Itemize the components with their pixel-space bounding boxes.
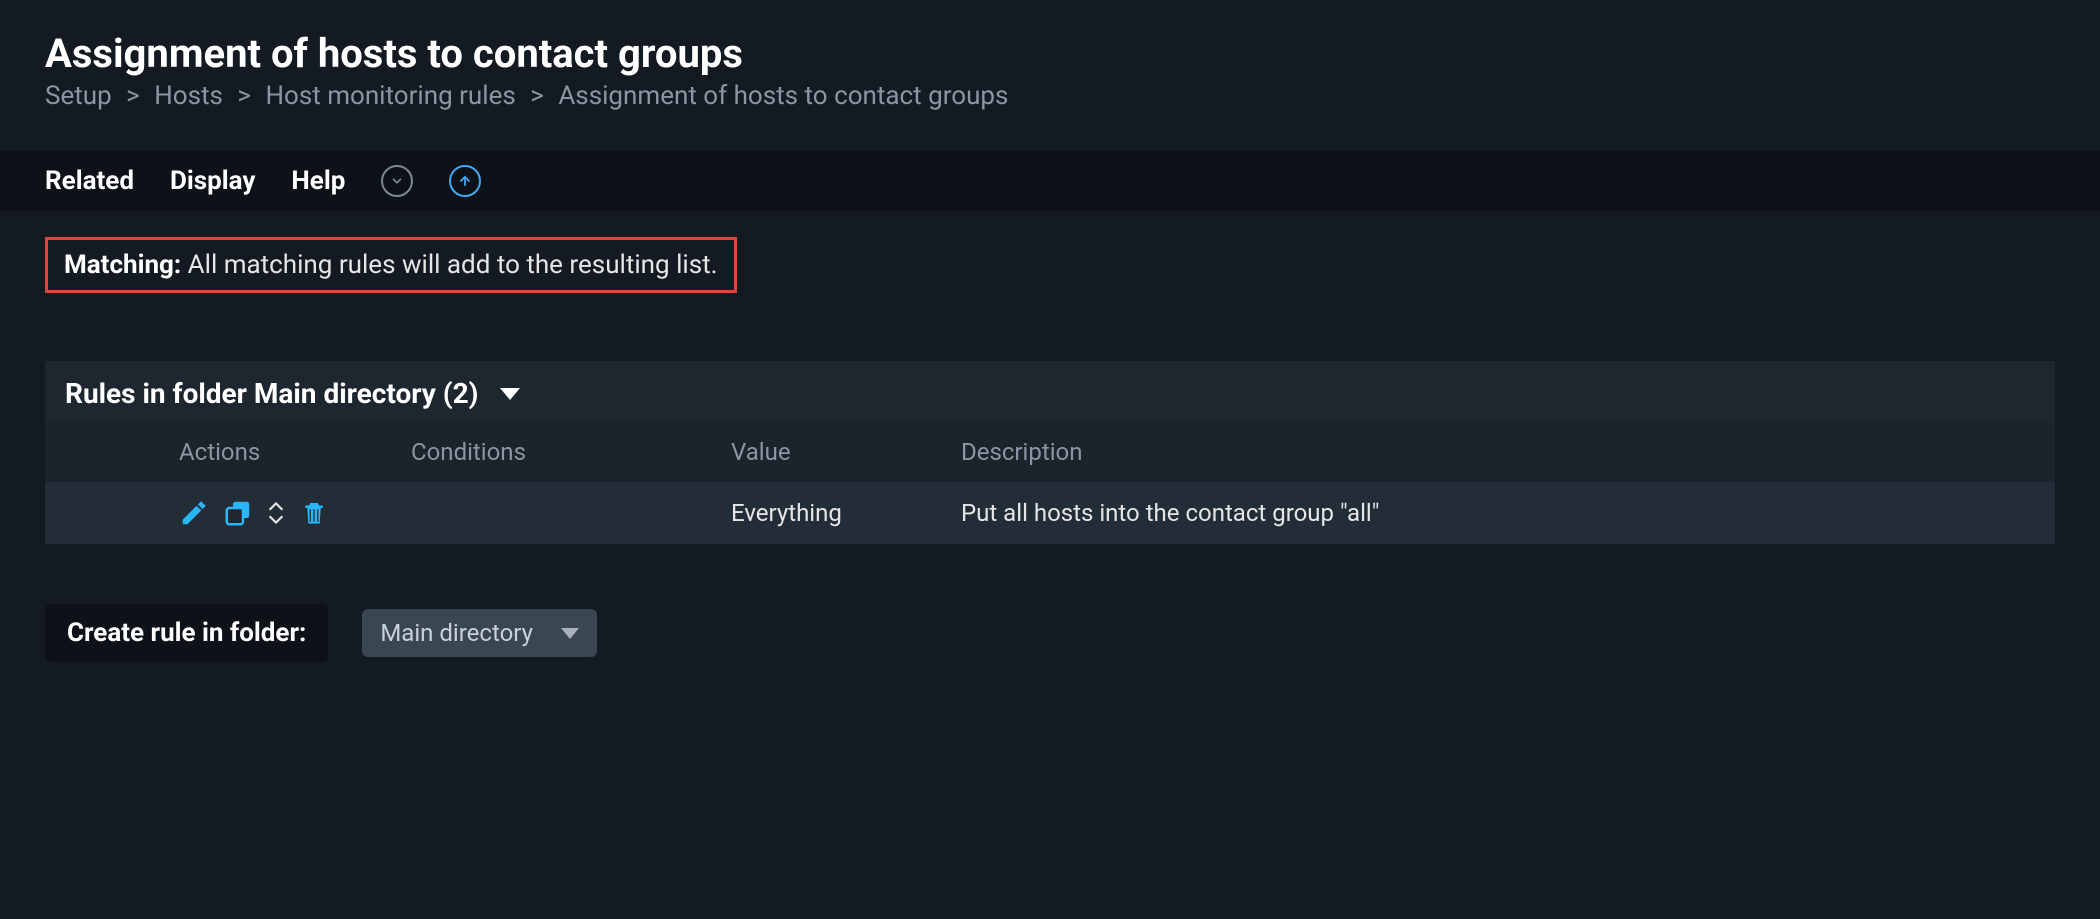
- matching-label: Matching:: [64, 250, 181, 280]
- chevron-down-icon[interactable]: [381, 165, 413, 197]
- breadcrumb-item: Assignment of hosts to contact groups: [558, 81, 1008, 111]
- breadcrumb-separator: >: [126, 81, 140, 111]
- breadcrumb-item[interactable]: Host monitoring rules: [265, 81, 515, 111]
- breadcrumb-item[interactable]: Hosts: [154, 81, 223, 111]
- menu-help[interactable]: Help: [291, 166, 345, 196]
- edit-icon[interactable]: [179, 498, 209, 528]
- menu-related[interactable]: Related: [45, 166, 134, 196]
- col-description: Description: [949, 432, 2041, 472]
- folder-select-label: Main directory: [380, 619, 533, 647]
- actions-cell: [59, 492, 399, 534]
- col-actions: Actions: [59, 432, 399, 472]
- rules-panel: Rules in folder Main directory (2) Actio…: [45, 361, 2055, 544]
- page-title: Assignment of hosts to contact groups: [45, 30, 2055, 77]
- rules-panel-title: Rules in folder Main directory (2): [65, 377, 478, 410]
- value-cell: Everything: [719, 493, 949, 533]
- conditions-cell: [399, 507, 719, 519]
- arrow-up-icon[interactable]: [449, 165, 481, 197]
- menu-bar: Related Display Help: [0, 151, 2100, 211]
- matching-text: All matching rules will add to the resul…: [188, 250, 718, 280]
- breadcrumb-separator: >: [530, 81, 544, 111]
- rules-table-header: Actions Conditions Value Description: [45, 422, 2055, 482]
- dropdown-triangle-icon: [561, 628, 579, 639]
- create-rule-button[interactable]: Create rule in folder:: [45, 604, 328, 662]
- clone-icon[interactable]: [223, 498, 253, 528]
- create-rule-bar: Create rule in folder: Main directory: [45, 604, 2055, 662]
- collapse-triangle-icon: [500, 388, 520, 400]
- description-cell: Put all hosts into the contact group "al…: [949, 493, 2041, 533]
- breadcrumb-separator: >: [237, 81, 251, 111]
- breadcrumb: Setup > Hosts > Host monitoring rules > …: [45, 81, 2055, 111]
- folder-select[interactable]: Main directory: [362, 609, 597, 657]
- delete-icon[interactable]: [299, 498, 329, 528]
- table-row: Everything Put all hosts into the contac…: [45, 482, 2055, 544]
- col-value: Value: [719, 432, 949, 472]
- menu-display[interactable]: Display: [170, 166, 255, 196]
- breadcrumb-item[interactable]: Setup: [45, 81, 112, 111]
- matching-info: Matching: All matching rules will add to…: [45, 237, 737, 293]
- move-up-down-icon[interactable]: [267, 502, 285, 524]
- col-conditions: Conditions: [399, 432, 719, 472]
- rules-table: Actions Conditions Value Description: [45, 422, 2055, 544]
- rules-panel-header[interactable]: Rules in folder Main directory (2): [45, 361, 2055, 422]
